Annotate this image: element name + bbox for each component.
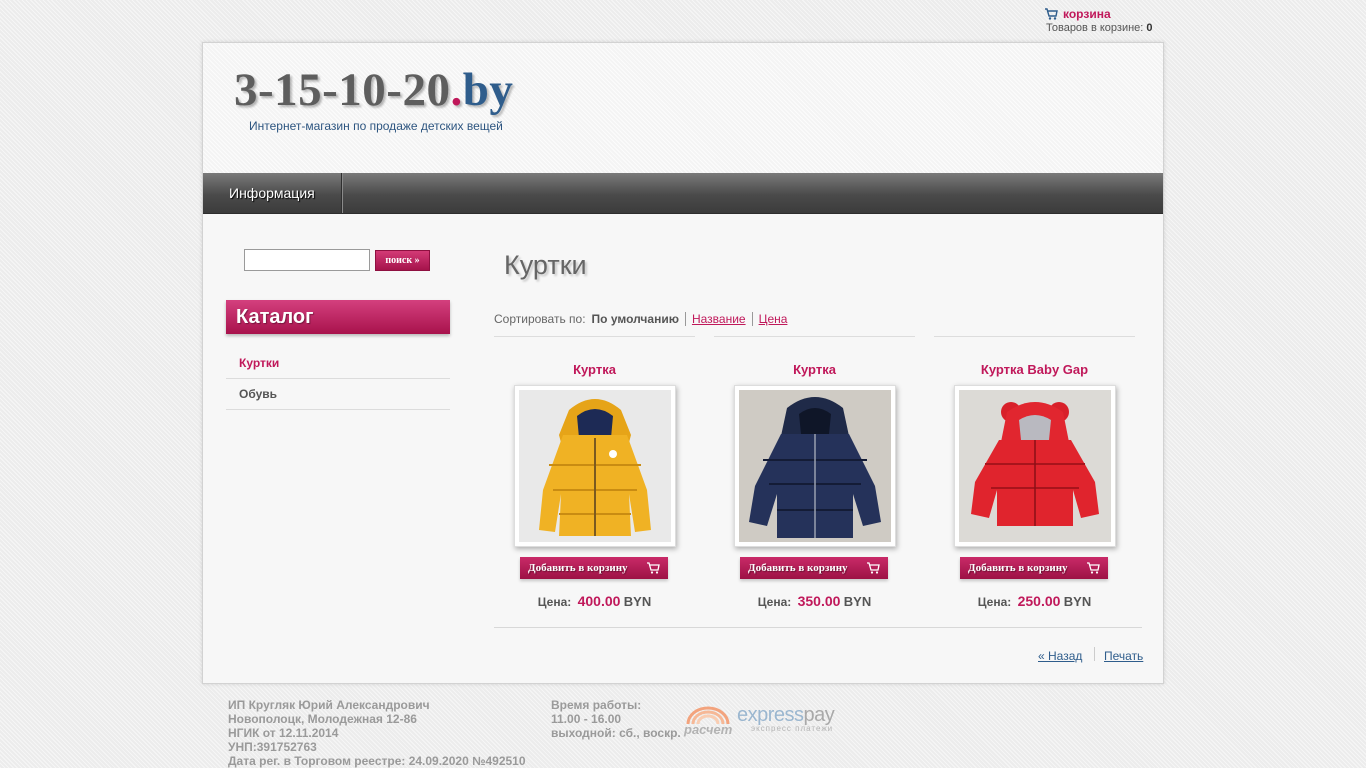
price-label: Цена: [977,595,1012,609]
page-frame: 3-15-10-20.by Интернет-магазин по продаж… [202,42,1164,684]
site-logo[interactable]: 3-15-10-20.by [234,63,513,117]
yellow-jacket-photo [519,390,671,542]
logo-dot: . [450,64,463,116]
cart-icon [867,562,880,574]
header: 3-15-10-20.by Интернет-магазин по продаж… [203,43,1163,173]
footer-days-off: выходной: сб., воскр. [551,726,681,740]
add-to-cart-button[interactable]: Добавить в корзину [740,557,888,579]
product-image[interactable] [514,385,676,547]
cart-link[interactable]: корзина [1063,7,1111,21]
sort-bar: Сортировать по: По умолчанию Название Це… [494,312,793,326]
product-card: Куртка Добавить в корзину Цена: 400.00 B… [494,336,695,609]
search-input[interactable] [244,249,370,271]
page-title: Куртки [504,250,587,280]
expresspay-subtitle: экспресс платежи [751,724,834,733]
product-card: Куртка Добавить в корзину Цена: 350.00 B… [714,336,915,609]
logo-tld: by [462,64,514,116]
add-to-cart-label: Добавить в корзину [968,562,1068,574]
catalog-item-jackets[interactable]: Куртки [226,348,450,379]
site-tagline: Интернет-магазин по продаже детских веще… [249,119,503,133]
footer-hours-title: Время работы: [551,698,642,712]
catalog-item-shoes[interactable]: Обувь [226,379,450,410]
raschet-label: расчет [684,722,733,737]
footer-address: Новополоцк, Молодежная 12-86 [228,712,417,726]
logo-main: 3-15-10-20 [234,64,451,116]
expresspay-suffix: pay [803,704,835,726]
product-card: Куртка Baby Gap Добавить в корзину Цена:… [934,336,1135,609]
link-separator [1094,647,1095,661]
navy-jacket-photo [739,390,891,542]
price-value: 250.00 [1017,593,1061,609]
expresspay-logo: expresspay экспресс платежи [737,704,835,733]
product-name[interactable]: Куртка [494,362,695,377]
nav-item-info[interactable]: Информация [203,173,342,213]
catalog-title: Каталог [226,300,450,334]
expresspay-prefix: express [737,704,804,726]
search-button[interactable]: поиск » [375,250,430,271]
content-divider [494,627,1142,628]
catalog-list: Куртки Обувь [226,348,450,410]
footer-ngik: НГИК от 12.11.2014 [228,726,339,740]
main-nav: Информация [203,173,1163,214]
product-image[interactable] [734,385,896,547]
print-link[interactable]: Печать [1104,649,1143,663]
price-value: 400.00 [577,593,621,609]
price-value: 350.00 [797,593,841,609]
sort-current: По умолчанию [592,312,686,326]
add-to-cart-button[interactable]: Добавить в корзину [520,557,668,579]
footer-hours: Время работы: 11.00 - 16.00 выходной: сб… [551,698,681,740]
price-currency: BYN [843,594,872,609]
add-to-cart-label: Добавить в корзину [528,562,628,574]
footer-unp: УНП:391752763 [228,740,317,754]
cart-icon [647,562,660,574]
footer-hours-value: 11.00 - 16.00 [551,712,622,726]
price-currency: BYN [1063,594,1092,609]
red-jacket-photo [959,390,1111,542]
back-link[interactable]: « Назад [1038,649,1082,663]
add-to-cart-label: Добавить в корзину [748,562,848,574]
product-name[interactable]: Куртка Baby Gap [934,362,1135,377]
sort-label: Сортировать по: [494,312,586,326]
product-price: Цена: 350.00 BYN [714,593,915,609]
cart-count: 0 [1146,22,1153,34]
shopping-cart-icon[interactable] [1044,7,1058,21]
cart-widget: корзина Товаров в корзине: 0 [1044,7,1153,34]
add-to-cart-button[interactable]: Добавить в корзину [960,557,1108,579]
price-label: Цена: [537,595,572,609]
footer-registry: Дата рег. в Торговом реестре: 24.09.2020… [228,754,526,768]
sort-by-name-link[interactable]: Название [686,312,753,326]
product-price: Цена: 400.00 BYN [494,593,695,609]
product-image[interactable] [954,385,1116,547]
footer-company-name: ИП Кругляк Юрий Александрович [228,698,430,712]
cart-count-label: Товаров в корзине: [1046,22,1144,34]
sort-by-price-link[interactable]: Цена [753,312,794,326]
cart-count-line: Товаров в корзине: 0 [1046,22,1153,34]
footer-company-info: ИП Кругляк Юрий Александрович Новополоцк… [228,698,526,768]
cart-icon [1087,562,1100,574]
price-label: Цена: [757,595,792,609]
price-currency: BYN [623,594,652,609]
product-price: Цена: 250.00 BYN [934,593,1135,609]
product-name[interactable]: Куртка [714,362,915,377]
